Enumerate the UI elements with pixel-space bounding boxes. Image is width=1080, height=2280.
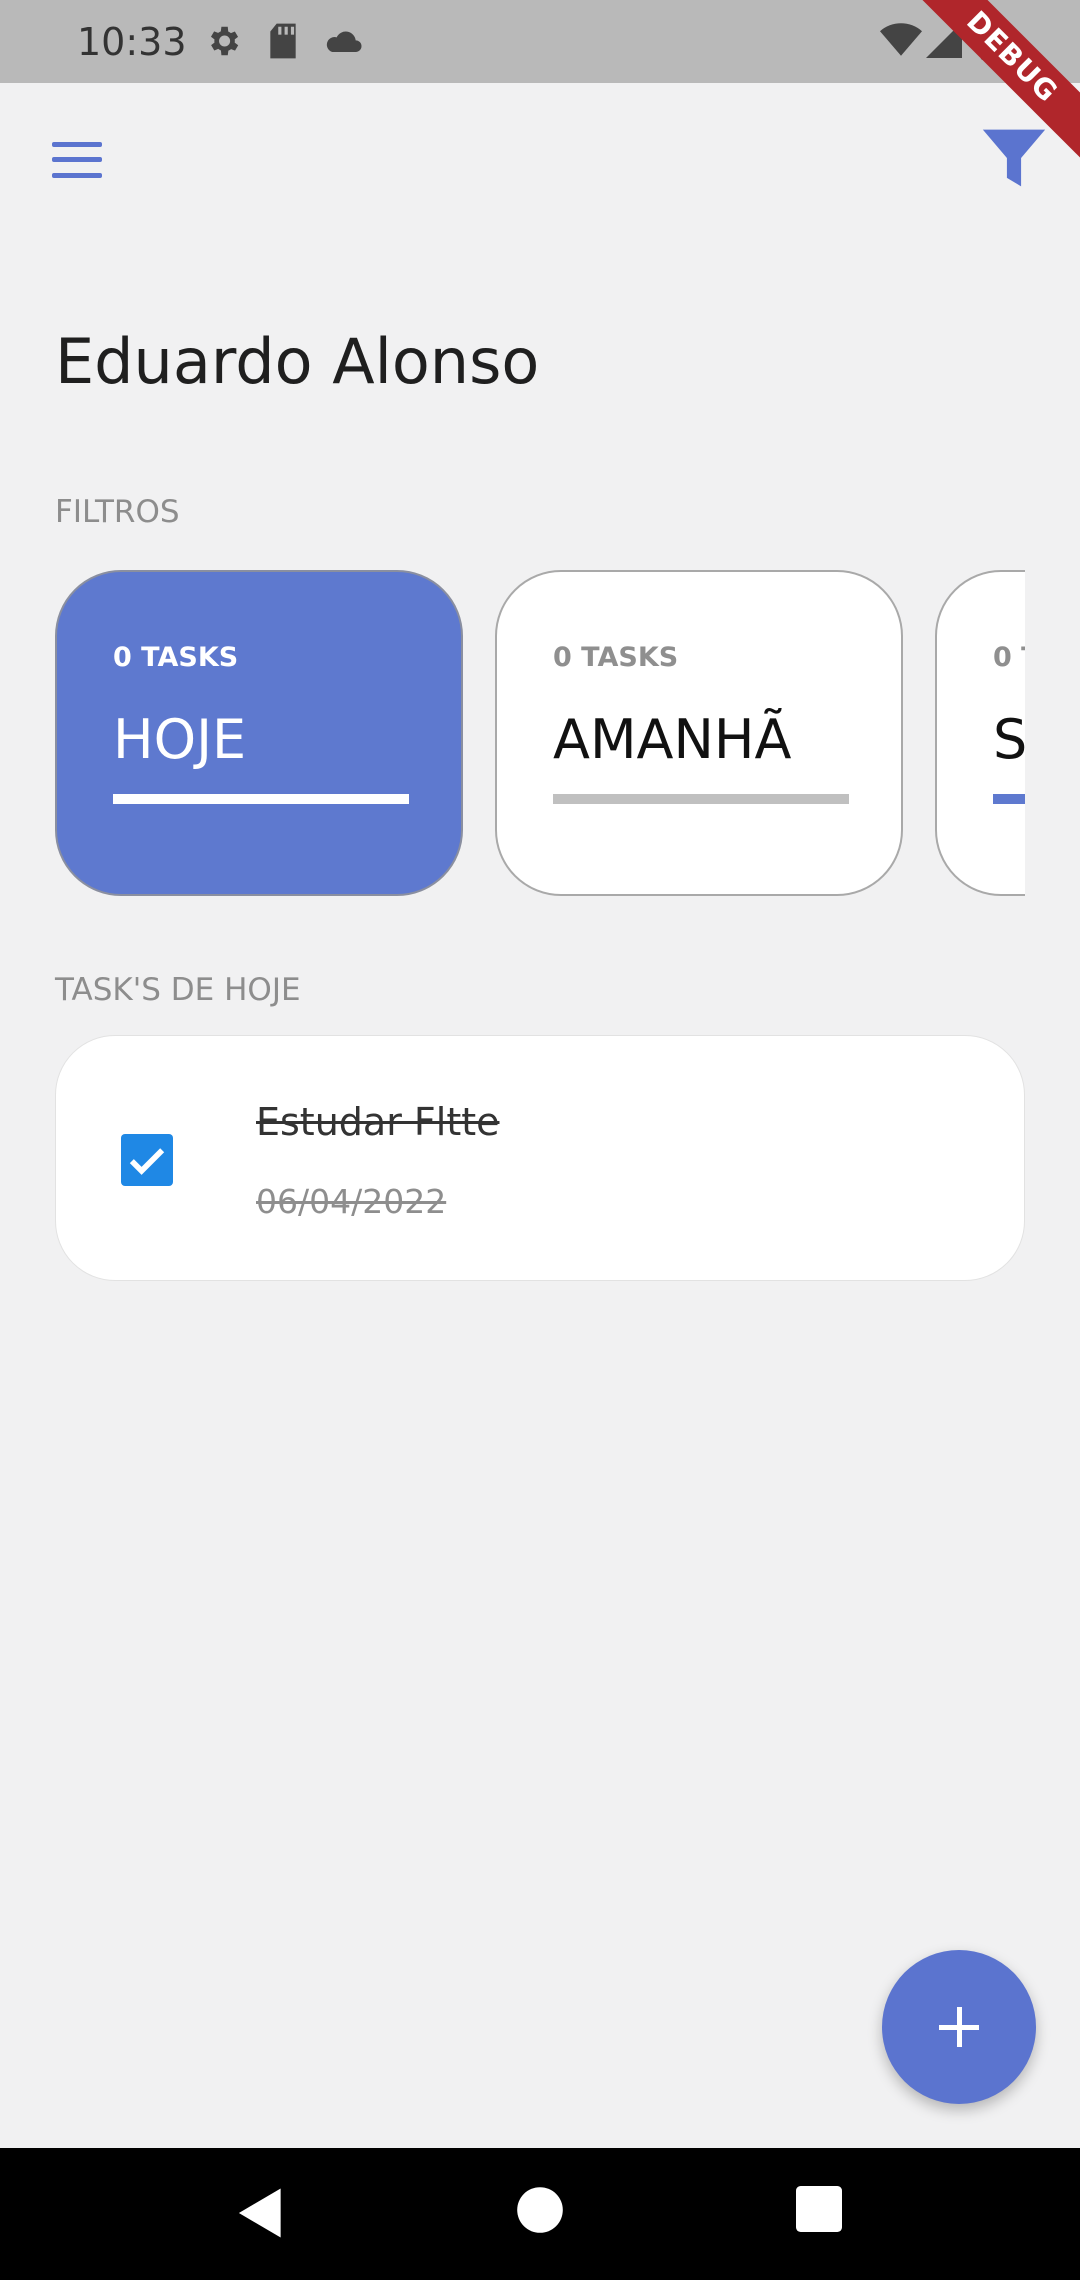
- task-title: Estudar Fltte: [256, 1100, 500, 1144]
- sd-card-icon: [270, 23, 296, 59]
- filter-progress-bar: [993, 794, 1025, 804]
- filter-card-today[interactable]: 0 TASKS HOJE: [55, 570, 463, 896]
- settings-icon: [210, 26, 239, 56]
- home-icon[interactable]: [516, 2186, 564, 2234]
- filter-title: S: [993, 708, 1025, 771]
- tasks-section-label: TASK'S DE HOJE: [55, 972, 301, 1008]
- filter-progress-bar: [113, 794, 409, 804]
- filter-title: HOJE: [113, 708, 247, 771]
- filter-count: 0 TASKS: [113, 642, 239, 673]
- filter-progress-bar: [553, 794, 849, 804]
- filter-count: 0 TASKS: [553, 642, 679, 673]
- navigation-bar: [0, 2148, 1080, 2280]
- cloud-icon: [326, 31, 362, 52]
- recents-icon[interactable]: [796, 2186, 842, 2232]
- add-task-button[interactable]: [882, 1950, 1036, 2104]
- status-time: 10:33: [77, 20, 187, 64]
- task-checkbox[interactable]: [121, 1134, 173, 1186]
- task-date: 06/04/2022: [256, 1182, 447, 1221]
- filter-card-tomorrow[interactable]: 0 TASKS AMANHÃ: [495, 570, 903, 896]
- task-card[interactable]: Estudar Fltte 06/04/2022: [55, 1035, 1025, 1281]
- status-bar: 10:33: [0, 0, 1080, 83]
- filters-section-label: FILTROS: [55, 494, 180, 530]
- filter-count: 0 T: [993, 642, 1025, 673]
- filter-title: AMANHÃ: [553, 708, 792, 771]
- wifi-icon: [880, 23, 922, 56]
- check-icon: [129, 1148, 165, 1175]
- filters-row[interactable]: 0 TASKS HOJE 0 TASKS AMANHÃ 0 T S: [55, 570, 1025, 900]
- filter-card-third[interactable]: 0 T S: [935, 570, 1025, 896]
- back-icon[interactable]: [236, 2186, 286, 2240]
- user-name: Eduardo Alonso: [55, 325, 540, 398]
- filter-icon[interactable]: [980, 124, 1048, 192]
- menu-icon[interactable]: [52, 142, 102, 178]
